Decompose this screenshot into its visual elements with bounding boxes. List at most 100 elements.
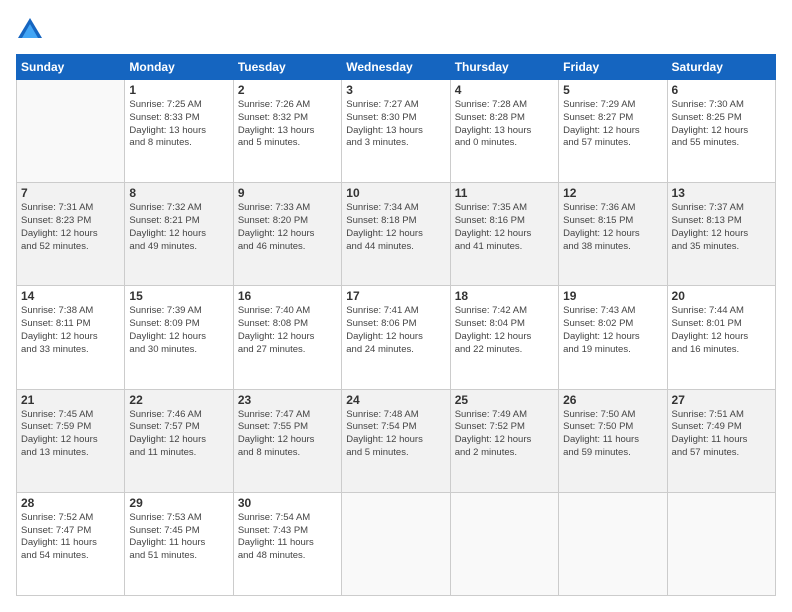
calendar-cell: 30 Sunrise: 7:54 AM Sunset: 7:43 PM Dayli… — [233, 492, 341, 595]
day-info: Sunrise: 7:26 AM Sunset: 8:32 PM Dayligh… — [238, 99, 337, 150]
weekday-header-wednesday: Wednesday — [342, 55, 450, 80]
day-number: 9 — [238, 186, 337, 200]
calendar-cell: 28 Sunrise: 7:52 AM Sunset: 7:47 PM Dayli… — [17, 492, 125, 595]
weekday-header-sunday: Sunday — [17, 55, 125, 80]
day-info: Sunrise: 7:32 AM Sunset: 8:21 PM Dayligh… — [129, 202, 228, 253]
day-info: Sunrise: 7:33 AM Sunset: 8:20 PM Dayligh… — [238, 202, 337, 253]
calendar-cell: 18 Sunrise: 7:42 AM Sunset: 8:04 PM Dayli… — [450, 286, 558, 389]
page: SundayMondayTuesdayWednesdayThursdayFrid… — [0, 0, 792, 612]
calendar-cell: 20 Sunrise: 7:44 AM Sunset: 8:01 PM Dayli… — [667, 286, 775, 389]
day-info: Sunrise: 7:52 AM Sunset: 7:47 PM Dayligh… — [21, 512, 120, 563]
calendar-cell: 9 Sunrise: 7:33 AM Sunset: 8:20 PM Daylig… — [233, 183, 341, 286]
day-number: 4 — [455, 83, 554, 97]
day-number: 29 — [129, 496, 228, 510]
weekday-header-thursday: Thursday — [450, 55, 558, 80]
day-number: 16 — [238, 289, 337, 303]
calendar-cell: 14 Sunrise: 7:38 AM Sunset: 8:11 PM Dayli… — [17, 286, 125, 389]
day-number: 26 — [563, 393, 662, 407]
calendar-cell: 12 Sunrise: 7:36 AM Sunset: 8:15 PM Dayli… — [559, 183, 667, 286]
day-info: Sunrise: 7:54 AM Sunset: 7:43 PM Dayligh… — [238, 512, 337, 563]
calendar-cell: 11 Sunrise: 7:35 AM Sunset: 8:16 PM Dayli… — [450, 183, 558, 286]
day-number: 27 — [672, 393, 771, 407]
day-info: Sunrise: 7:36 AM Sunset: 8:15 PM Dayligh… — [563, 202, 662, 253]
day-number: 3 — [346, 83, 445, 97]
day-info: Sunrise: 7:31 AM Sunset: 8:23 PM Dayligh… — [21, 202, 120, 253]
logo — [16, 16, 48, 44]
day-number: 7 — [21, 186, 120, 200]
calendar-cell — [450, 492, 558, 595]
day-info: Sunrise: 7:44 AM Sunset: 8:01 PM Dayligh… — [672, 305, 771, 356]
day-info: Sunrise: 7:37 AM Sunset: 8:13 PM Dayligh… — [672, 202, 771, 253]
calendar-cell: 26 Sunrise: 7:50 AM Sunset: 7:50 PM Dayli… — [559, 389, 667, 492]
calendar-cell — [342, 492, 450, 595]
day-number: 28 — [21, 496, 120, 510]
calendar-table: SundayMondayTuesdayWednesdayThursdayFrid… — [16, 54, 776, 596]
calendar-cell: 16Sunrise: 7:40 AM Sunset: 8:08 PM Dayli… — [233, 286, 341, 389]
weekday-header-row: SundayMondayTuesdayWednesdayThursdayFrid… — [17, 55, 776, 80]
calendar-cell — [17, 80, 125, 183]
calendar-cell: 24Sunrise: 7:48 AM Sunset: 7:54 PM Dayli… — [342, 389, 450, 492]
day-number: 21 — [21, 393, 120, 407]
day-number: 22 — [129, 393, 228, 407]
calendar-cell: 2 Sunrise: 7:26 AM Sunset: 8:32 PM Daylig… — [233, 80, 341, 183]
day-info: Sunrise: 7:49 AM Sunset: 7:52 PM Dayligh… — [455, 409, 554, 460]
day-number: 23 — [238, 393, 337, 407]
calendar-cell: 4Sunrise: 7:28 AM Sunset: 8:28 PM Daylig… — [450, 80, 558, 183]
day-number: 1 — [129, 83, 228, 97]
day-info: Sunrise: 7:29 AM Sunset: 8:27 PM Dayligh… — [563, 99, 662, 150]
day-info: Sunrise: 7:50 AM Sunset: 7:50 PM Dayligh… — [563, 409, 662, 460]
calendar-cell: 6Sunrise: 7:30 AM Sunset: 8:25 PM Daylig… — [667, 80, 775, 183]
day-number: 30 — [238, 496, 337, 510]
day-info: Sunrise: 7:27 AM Sunset: 8:30 PM Dayligh… — [346, 99, 445, 150]
logo-icon — [16, 16, 44, 44]
calendar-cell: 27 Sunrise: 7:51 AM Sunset: 7:49 PM Dayli… — [667, 389, 775, 492]
day-info: Sunrise: 7:39 AM Sunset: 8:09 PM Dayligh… — [129, 305, 228, 356]
day-info: Sunrise: 7:45 AM Sunset: 7:59 PM Dayligh… — [21, 409, 120, 460]
calendar-cell: 17 Sunrise: 7:41 AM Sunset: 8:06 PM Dayli… — [342, 286, 450, 389]
calendar-cell: 19 Sunrise: 7:43 AM Sunset: 8:02 PM Dayli… — [559, 286, 667, 389]
day-number: 11 — [455, 186, 554, 200]
calendar-cell: 3 Sunrise: 7:27 AM Sunset: 8:30 PM Daylig… — [342, 80, 450, 183]
day-number: 14 — [21, 289, 120, 303]
day-info: Sunrise: 7:35 AM Sunset: 8:16 PM Dayligh… — [455, 202, 554, 253]
calendar-week-row: 14 Sunrise: 7:38 AM Sunset: 8:11 PM Dayli… — [17, 286, 776, 389]
calendar-cell — [667, 492, 775, 595]
weekday-header-tuesday: Tuesday — [233, 55, 341, 80]
day-info: Sunrise: 7:53 AM Sunset: 7:45 PM Dayligh… — [129, 512, 228, 563]
day-info: Sunrise: 7:42 AM Sunset: 8:04 PM Dayligh… — [455, 305, 554, 356]
weekday-header-friday: Friday — [559, 55, 667, 80]
calendar-week-row: 7 Sunrise: 7:31 AM Sunset: 8:23 PM Daylig… — [17, 183, 776, 286]
calendar-cell: 8 Sunrise: 7:32 AM Sunset: 8:21 PM Daylig… — [125, 183, 233, 286]
day-info: Sunrise: 7:43 AM Sunset: 8:02 PM Dayligh… — [563, 305, 662, 356]
header — [16, 16, 776, 44]
day-number: 13 — [672, 186, 771, 200]
calendar-cell: 23 Sunrise: 7:47 AM Sunset: 7:55 PM Dayli… — [233, 389, 341, 492]
day-number: 12 — [563, 186, 662, 200]
day-info: Sunrise: 7:41 AM Sunset: 8:06 PM Dayligh… — [346, 305, 445, 356]
calendar-cell: 5 Sunrise: 7:29 AM Sunset: 8:27 PM Daylig… — [559, 80, 667, 183]
day-info: Sunrise: 7:46 AM Sunset: 7:57 PM Dayligh… — [129, 409, 228, 460]
day-number: 5 — [563, 83, 662, 97]
calendar-cell: 29 Sunrise: 7:53 AM Sunset: 7:45 PM Dayli… — [125, 492, 233, 595]
day-number: 2 — [238, 83, 337, 97]
day-info: Sunrise: 7:47 AM Sunset: 7:55 PM Dayligh… — [238, 409, 337, 460]
day-number: 15 — [129, 289, 228, 303]
calendar-cell: 13 Sunrise: 7:37 AM Sunset: 8:13 PM Dayli… — [667, 183, 775, 286]
calendar-cell: 7 Sunrise: 7:31 AM Sunset: 8:23 PM Daylig… — [17, 183, 125, 286]
day-number: 18 — [455, 289, 554, 303]
calendar-week-row: 28 Sunrise: 7:52 AM Sunset: 7:47 PM Dayli… — [17, 492, 776, 595]
calendar-week-row: 1Sunrise: 7:25 AM Sunset: 8:33 PM Daylig… — [17, 80, 776, 183]
day-info: Sunrise: 7:38 AM Sunset: 8:11 PM Dayligh… — [21, 305, 120, 356]
day-info: Sunrise: 7:48 AM Sunset: 7:54 PM Dayligh… — [346, 409, 445, 460]
day-number: 10 — [346, 186, 445, 200]
day-number: 20 — [672, 289, 771, 303]
day-number: 6 — [672, 83, 771, 97]
day-number: 8 — [129, 186, 228, 200]
weekday-header-monday: Monday — [125, 55, 233, 80]
day-number: 19 — [563, 289, 662, 303]
day-number: 17 — [346, 289, 445, 303]
weekday-header-saturday: Saturday — [667, 55, 775, 80]
day-info: Sunrise: 7:51 AM Sunset: 7:49 PM Dayligh… — [672, 409, 771, 460]
calendar-cell: 25Sunrise: 7:49 AM Sunset: 7:52 PM Dayli… — [450, 389, 558, 492]
calendar-cell — [559, 492, 667, 595]
